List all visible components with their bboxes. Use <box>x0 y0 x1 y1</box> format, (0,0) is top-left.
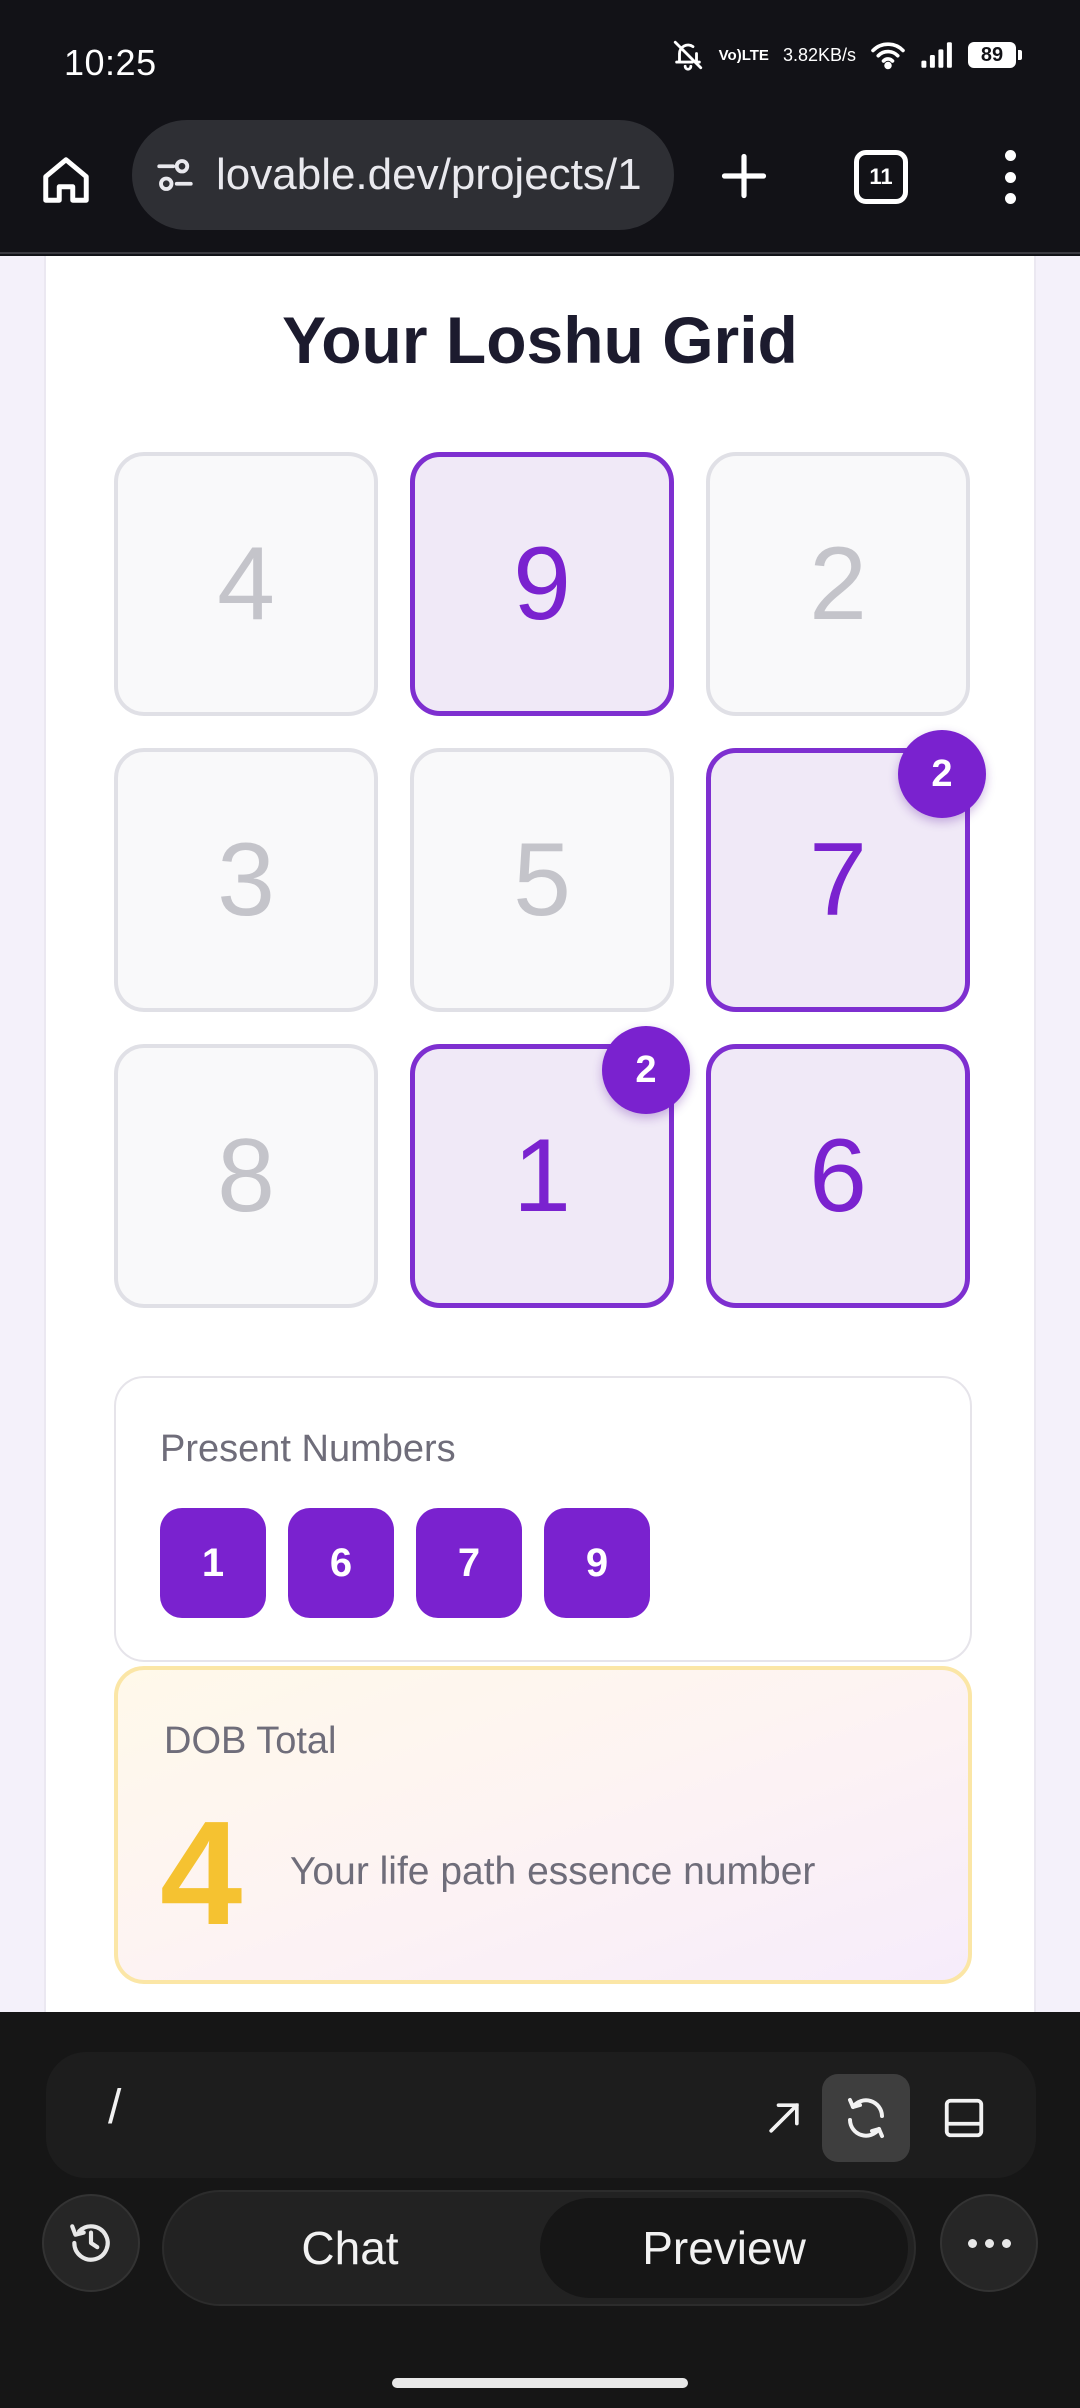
more-vert-icon[interactable] <box>990 146 1030 208</box>
cell-number: 2 <box>809 525 867 642</box>
history-icon <box>70 2224 110 2262</box>
cell-number: 5 <box>513 821 571 938</box>
home-icon <box>43 157 89 203</box>
tabs-button[interactable]: 11 <box>854 150 908 204</box>
wifi-icon <box>870 40 906 70</box>
more-horiz-icon[interactable] <box>940 2194 1038 2292</box>
menu-dot <box>1004 193 1016 204</box>
grid-cell-3: 3 <box>114 748 378 1012</box>
cell-number: 3 <box>217 821 275 938</box>
net-speed: 3.82 KB/s <box>782 44 856 65</box>
layout-panel-icon <box>944 2098 984 2138</box>
open-external-icon <box>769 2103 799 2133</box>
net-speed-unit: KB/s <box>817 44 856 65</box>
refresh-button[interactable] <box>822 2074 910 2162</box>
battery-level: 89 <box>968 42 1016 68</box>
volte-icon: Vo) LTE <box>719 48 769 63</box>
cell-number: 4 <box>217 525 275 642</box>
more-dot <box>1001 2238 1011 2248</box>
browser-toolbar: lovable.dev/projects/1 11 <box>0 120 1080 254</box>
number-chip: 6 <box>288 1508 394 1618</box>
signal-icon <box>920 40 954 70</box>
menu-dot <box>1004 150 1016 161</box>
tab-preview[interactable]: Preview <box>540 2198 908 2298</box>
volte-top: Vo) <box>718 46 742 64</box>
menu-dot <box>1004 171 1016 183</box>
cell-number: 8 <box>217 1117 275 1234</box>
status-bar: 10:25 Vo) LTE 3.82 KB/s 89 <box>0 0 1080 120</box>
net-speed-value: 3.82 <box>782 44 818 65</box>
plus-icon <box>721 153 767 199</box>
home-button[interactable] <box>36 150 96 210</box>
status-icons: Vo) LTE 3.82 KB/s 89 <box>671 38 1022 72</box>
grid-cell-6: 6 <box>706 1044 970 1308</box>
status-time: 10:25 <box>64 42 157 83</box>
dob-total-label: DOB Total <box>164 1720 337 1762</box>
cell-number: 7 <box>809 821 867 938</box>
chat-preview-toggle: Chat Preview <box>162 2190 916 2306</box>
count-badge-7: 2 <box>898 730 986 818</box>
cell-number: 1 <box>513 1117 571 1234</box>
tab-chat[interactable]: Chat <box>170 2198 530 2298</box>
loshu-card: Your Loshu Grid 4 9 2 3 5 7 8 1 6 2 2 Pr… <box>44 256 1036 2012</box>
number-chip: 7 <box>416 1508 522 1618</box>
dob-total-panel: DOB Total 4 Your life path essence numbe… <box>114 1666 972 1984</box>
number-chip: 9 <box>544 1508 650 1618</box>
cell-number: 6 <box>809 1117 867 1234</box>
number-chip: 1 <box>160 1508 266 1618</box>
battery-tip <box>1018 50 1022 60</box>
page-title: Your Loshu Grid <box>282 303 798 377</box>
count-badge-1: 2 <box>602 1026 690 1114</box>
grid-cell-8: 8 <box>114 1044 378 1308</box>
battery-icon: 89 <box>968 42 1022 68</box>
present-numbers-panel: Present Numbers 1 6 7 9 <box>114 1376 972 1662</box>
route-input[interactable]: / <box>108 2080 121 2135</box>
present-numbers-chips: 1 6 7 9 <box>160 1508 650 1618</box>
grid-cell-9: 9 <box>410 452 674 716</box>
bottom-app-bar: / Chat Preview <box>0 2012 1080 2408</box>
grid-cell-4: 4 <box>114 452 378 716</box>
history-button[interactable] <box>42 2194 140 2292</box>
volte-bottom: LTE <box>741 46 769 64</box>
present-numbers-label: Present Numbers <box>160 1428 456 1470</box>
page-viewport: Your Loshu Grid 4 9 2 3 5 7 8 1 6 2 2 Pr… <box>0 256 1080 2012</box>
more-dot <box>984 2238 994 2248</box>
more-dot <box>967 2238 977 2248</box>
home-indicator <box>392 2378 688 2388</box>
bell-off-icon <box>671 38 705 72</box>
cell-number: 9 <box>513 525 571 642</box>
new-tab-button[interactable] <box>714 146 774 206</box>
layout-panel-button[interactable] <box>920 2074 1008 2162</box>
preview-route-bar: / <box>46 2052 1036 2178</box>
address-bar[interactable]: lovable.dev/projects/1 <box>132 120 674 230</box>
dob-total-description: Your life path essence number <box>290 1850 816 1893</box>
site-info-icon <box>157 159 193 191</box>
refresh-icon <box>848 2098 884 2138</box>
open-external-button[interactable] <box>740 2074 828 2162</box>
grid-cell-2: 2 <box>706 452 970 716</box>
grid-cell-5: 5 <box>410 748 674 1012</box>
url-text: lovable.dev/projects/1 <box>216 150 642 199</box>
dob-total-value: 4 <box>160 1791 243 1956</box>
